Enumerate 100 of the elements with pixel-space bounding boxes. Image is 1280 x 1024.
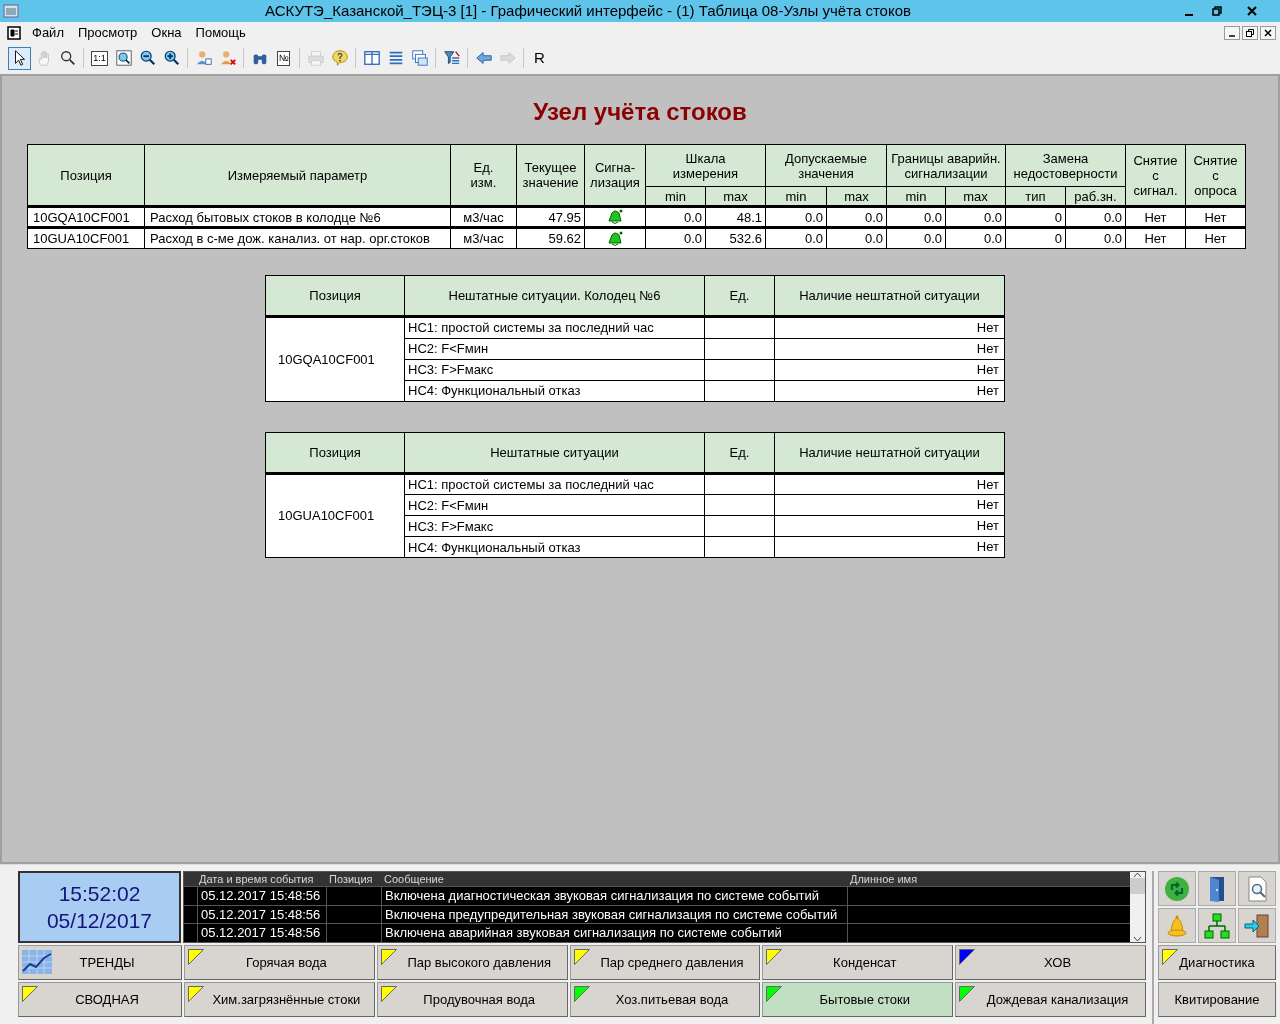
tool-button[interactable] <box>1198 871 1236 906</box>
column-header: Сообщение <box>384 873 444 885</box>
tool-button[interactable] <box>1238 908 1276 943</box>
toolbar-button[interactable]: № <box>272 46 295 70</box>
zoom-out-icon <box>138 49 157 67</box>
zoom-in-icon <box>162 49 181 67</box>
columns-icon <box>362 49 381 67</box>
table-cell: Нет <box>976 476 999 492</box>
tool-button[interactable] <box>1238 871 1276 906</box>
toolbar-button[interactable]: 1:1 <box>88 46 111 70</box>
scroll-up-icon[interactable] <box>1133 872 1142 878</box>
nav-button[interactable]: Горячая вода <box>184 945 375 980</box>
close-icon <box>1264 29 1272 37</box>
nav-button[interactable]: ТРЕНДЫ <box>18 945 182 980</box>
table-cell: 0 <box>1054 209 1062 225</box>
close-icon <box>1247 6 1257 16</box>
table-cell: НС1: простой системы за последний час <box>408 320 654 336</box>
table-cell: НС3: F>Fмакс <box>408 362 494 377</box>
help-icon <box>330 49 349 67</box>
table-cell: 0.0 <box>1103 209 1122 225</box>
table-cell: Нет <box>976 382 999 398</box>
column-header: Позиция <box>265 432 405 473</box>
column-header: Наличие нештатной ситуации <box>774 275 1005 317</box>
table-cell: 0.0 <box>683 209 702 225</box>
scrollbar[interactable] <box>1130 872 1145 942</box>
column-header: Текущее значение <box>516 144 585 207</box>
menu-item[interactable]: Помощь <box>195 23 246 43</box>
nav-button[interactable]: Продувочная вода <box>376 982 568 1017</box>
table-cell: НС4: Функциональный отказ <box>408 383 581 398</box>
table-cell: Нет <box>976 320 999 335</box>
table-cell: Нет <box>1204 231 1227 246</box>
back-icon <box>474 49 493 67</box>
forward-icon <box>498 49 517 67</box>
column-header: Позиция <box>265 275 405 317</box>
print-icon <box>306 49 325 67</box>
column-header: Позиция <box>329 873 373 885</box>
menu-item[interactable]: Просмотр <box>77 23 138 43</box>
table-cell: Нет <box>976 539 999 555</box>
nav-button[interactable]: Бытовые стоки <box>762 982 954 1017</box>
table-cell: 532.6 <box>729 231 762 246</box>
table-cell: Нет <box>976 361 999 377</box>
clock-date: 05/12/2017 <box>46 908 153 934</box>
column-header: Позиция <box>27 144 145 207</box>
nav-button[interactable]: Конденсат <box>762 945 954 980</box>
table-cell: 0.0 <box>923 231 942 246</box>
table-cell: 0.0 <box>1103 231 1122 246</box>
table-cell: 10GQA10CF001 <box>33 209 130 225</box>
column-header: Наличие нештатной ситуации <box>774 432 1005 473</box>
side-button[interactable]: Диагностика <box>1158 945 1276 980</box>
column-header: Нештатные ситуации <box>404 432 705 473</box>
tool-button[interactable] <box>1158 871 1196 906</box>
table-cell: 05.12.2017 15:48:56 <box>201 906 321 922</box>
column-header: Допускаемые значения <box>765 144 887 187</box>
scroll-down-icon[interactable] <box>1133 936 1142 942</box>
menu-item[interactable]: Окна <box>151 23 182 43</box>
table-cell: 0.0 <box>923 209 942 225</box>
nav-button[interactable]: Пар высокого давления <box>376 945 568 980</box>
restore-button[interactable] <box>1242 26 1258 40</box>
table-cell: НС2: F<Fмин <box>408 341 489 356</box>
tool-button[interactable] <box>1198 908 1236 943</box>
column-header: Измеряемый параметр <box>144 144 451 207</box>
table-cell: НС4: Функциональный отказ <box>408 539 581 555</box>
nav-button[interactable]: Дождевая канализация <box>955 982 1146 1017</box>
table-cell: 0.0 <box>683 231 702 246</box>
restore-icon <box>1212 6 1222 16</box>
restore-icon <box>1246 29 1254 37</box>
windows-icon <box>410 49 429 67</box>
nav-button[interactable]: ХОВ <box>955 945 1146 980</box>
side-button[interactable]: Квитирование <box>1158 982 1276 1017</box>
chart-icon <box>22 950 52 974</box>
scroll-thumb[interactable] <box>1130 878 1145 894</box>
table-cell: 0.0 <box>983 209 1002 225</box>
column-header: Ед. <box>704 432 775 473</box>
table-cell: 0.0 <box>804 209 823 225</box>
column-header: Шкала измерения <box>645 144 766 187</box>
window-title: АСКУТЭ_Казанской_ТЭЦ-3 [1] - Графический интерфейс - (1) Таблица 08-Узлы учёта стоков <box>265 1 911 19</box>
zoom-fit-icon <box>114 49 133 67</box>
minimize-button[interactable] <box>1224 26 1240 40</box>
toolbar-button[interactable] <box>8 46 31 70</box>
toolbar-button[interactable]: R <box>528 46 551 70</box>
column-header: Ед. изм. <box>450 144 517 207</box>
table-cell: НС1: простой системы за последний час <box>408 476 654 492</box>
table-cell: Расход бытовых стоков в колодце №6 <box>150 209 381 225</box>
table-cell: Нет <box>976 497 999 513</box>
table-cell: Нет <box>1204 209 1227 225</box>
nav-button[interactable]: Пар среднего давления <box>569 945 761 980</box>
table-cell: Нет <box>1144 209 1167 225</box>
menu-item[interactable]: Файл <box>32 23 64 43</box>
table-cell: 59.62 <box>548 231 581 246</box>
table-cell: 0.0 <box>983 231 1002 246</box>
nav-button[interactable]: Хоз.питьевая вода <box>569 982 761 1017</box>
table-cell: Включена диагностическая звуковая сигнализация по системе событий <box>385 888 820 903</box>
close-button[interactable] <box>1260 26 1276 40</box>
nav-button[interactable]: СВОДНАЯ <box>18 982 182 1017</box>
table-cell: Расход в с-ме дож. канализ. от нар. орг.стоков <box>150 231 430 246</box>
column-header: Границы аварийн. сигнализации <box>886 144 1006 187</box>
bell-icon <box>606 209 624 225</box>
table-cell: Нет <box>976 518 999 534</box>
column-header: Снятие с опроса <box>1185 144 1246 207</box>
nav-button[interactable]: Хим.загрязнённые стоки <box>184 982 375 1017</box>
